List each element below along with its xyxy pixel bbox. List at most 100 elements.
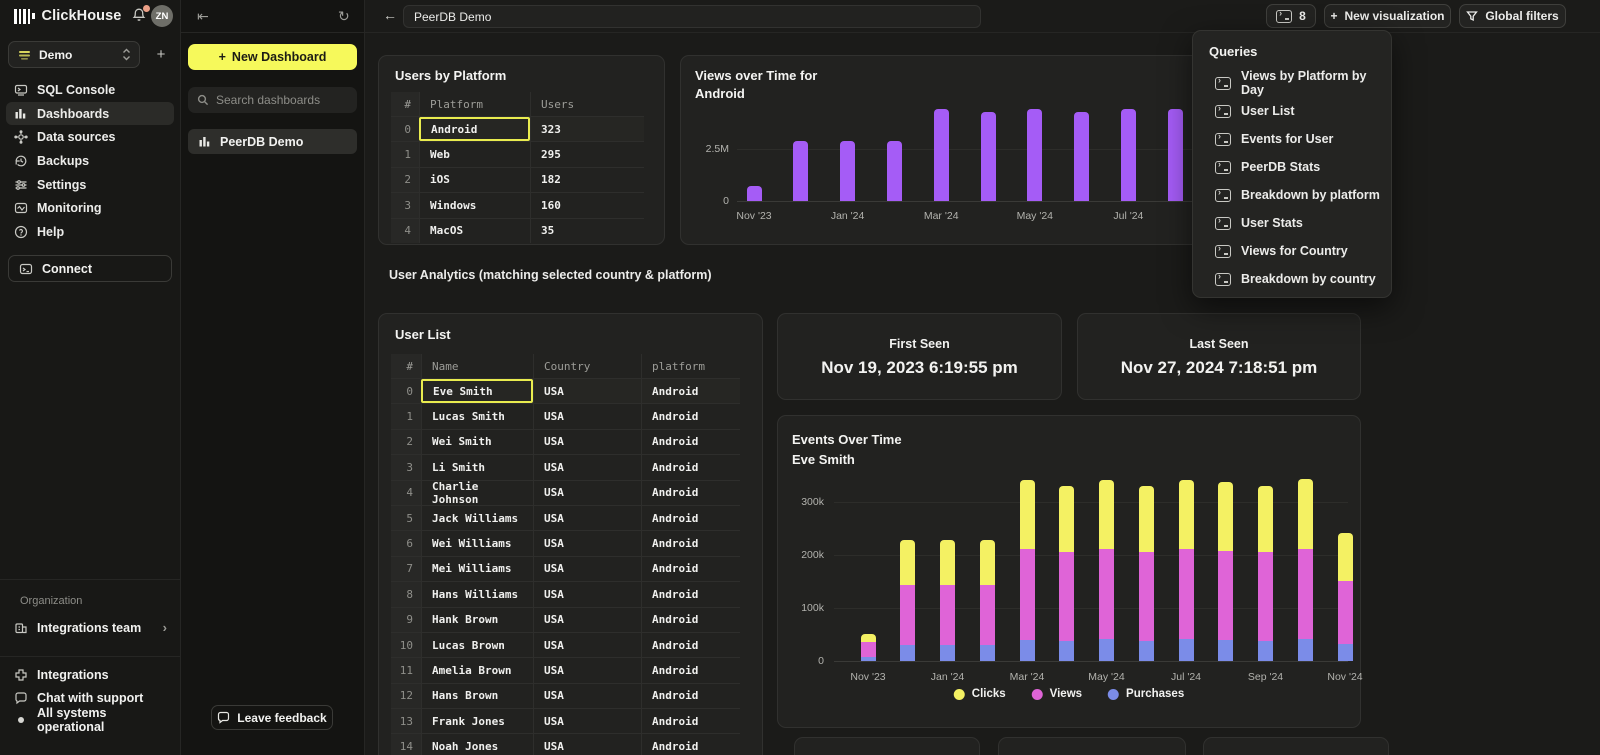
table-cell[interactable]: Android bbox=[641, 481, 740, 505]
table-cell[interactable]: iOS bbox=[419, 168, 530, 192]
sidebar-item-settings[interactable]: Settings bbox=[6, 173, 174, 197]
search-dashboards-input[interactable]: Search dashboards bbox=[188, 87, 357, 113]
table-cell[interactable]: Android bbox=[641, 506, 740, 530]
table-cell[interactable]: USA bbox=[533, 658, 641, 682]
sidebar-item-sql-console[interactable]: SQL Console bbox=[6, 78, 174, 102]
queries-count-button[interactable]: 8 bbox=[1266, 4, 1316, 28]
terminal-icon bbox=[1215, 161, 1231, 174]
sidebar-item-data-sources[interactable]: Data sources bbox=[6, 125, 174, 149]
table-cell[interactable]: USA bbox=[533, 481, 641, 505]
table-cell[interactable]: Android bbox=[641, 557, 740, 581]
new-dashboard-button[interactable]: + New Dashboard bbox=[188, 44, 357, 70]
table-cell[interactable]: USA bbox=[533, 709, 641, 733]
query-item-breakdown-by-platform[interactable]: Breakdown by platform bbox=[1209, 181, 1391, 209]
table-cell[interactable]: USA bbox=[533, 633, 641, 657]
table-cell[interactable]: Android bbox=[641, 430, 740, 454]
table-cell[interactable]: Eve Smith bbox=[421, 379, 533, 403]
leave-feedback-button[interactable]: Leave feedback bbox=[211, 705, 333, 730]
table-cell[interactable]: Android bbox=[641, 531, 740, 555]
query-item-breakdown-by-country[interactable]: Breakdown by country bbox=[1209, 265, 1391, 293]
datasources-icon bbox=[13, 130, 28, 145]
table-cell[interactable]: Lucas Smith bbox=[421, 404, 533, 428]
table-cell[interactable]: USA bbox=[533, 582, 641, 606]
organization-team-item[interactable]: Integrations team › bbox=[6, 615, 174, 640]
new-visualization-button[interactable]: + New visualization bbox=[1324, 4, 1451, 28]
sidebar-item-help[interactable]: Help bbox=[6, 220, 174, 244]
sidebar-footer-integrations[interactable]: Integrations bbox=[6, 664, 174, 687]
query-item-views-by-platform-by-day[interactable]: Views by Platform by Day bbox=[1209, 69, 1391, 97]
query-item-events-for-user[interactable]: Events for User bbox=[1209, 125, 1391, 153]
table-cell[interactable]: Android bbox=[641, 455, 740, 479]
table-cell[interactable]: Android bbox=[641, 582, 740, 606]
table-cell[interactable]: Hans Brown bbox=[421, 684, 533, 708]
table-cell[interactable]: 295 bbox=[530, 142, 644, 166]
table-cell[interactable]: USA bbox=[533, 531, 641, 555]
back-button[interactable]: ← bbox=[381, 6, 399, 24]
notifications-bell-icon[interactable] bbox=[131, 7, 149, 25]
sidebar-item-backups[interactable]: Backups bbox=[6, 149, 174, 173]
workspace-select[interactable]: Demo bbox=[8, 41, 140, 68]
table-cell[interactable]: 160 bbox=[530, 193, 644, 217]
table-cell[interactable]: Amelia Brown bbox=[421, 658, 533, 682]
table-cell[interactable]: USA bbox=[533, 455, 641, 479]
table-cell[interactable]: Wei Smith bbox=[421, 430, 533, 454]
table-cell[interactable]: Android bbox=[641, 404, 740, 428]
collapse-panel-icon[interactable]: ⇤ bbox=[197, 9, 209, 23]
refresh-icon[interactable]: ↻ bbox=[338, 9, 350, 23]
table-cell[interactable]: Noah Jones bbox=[421, 734, 533, 755]
table-cell[interactable]: Hank Brown bbox=[421, 608, 533, 632]
avatar[interactable]: ZN bbox=[151, 5, 173, 27]
table-cell[interactable]: Lucas Brown bbox=[421, 633, 533, 657]
table-cell[interactable]: USA bbox=[533, 734, 641, 755]
table-cell[interactable]: Hans Williams bbox=[421, 582, 533, 606]
table-cell[interactable]: USA bbox=[533, 608, 641, 632]
sidebar-item-monitoring[interactable]: Monitoring bbox=[6, 196, 174, 220]
connect-button[interactable]: Connect bbox=[8, 255, 172, 282]
query-item-peerdb-stats[interactable]: PeerDB Stats bbox=[1209, 153, 1391, 181]
table-cell[interactable]: USA bbox=[533, 379, 641, 403]
table-cell[interactable]: Android bbox=[641, 734, 740, 755]
dashboard-title-input[interactable]: PeerDB Demo bbox=[403, 5, 981, 28]
table-cell[interactable]: Mei Williams bbox=[421, 557, 533, 581]
table-cell[interactable]: Android bbox=[641, 684, 740, 708]
table-cell[interactable]: Android bbox=[641, 633, 740, 657]
table-cell[interactable]: USA bbox=[533, 404, 641, 428]
sidebar-footer: IntegrationsChat with supportAll systems… bbox=[6, 664, 174, 732]
table-cell[interactable]: 323 bbox=[530, 117, 644, 141]
table-cell[interactable]: MacOS bbox=[419, 219, 530, 243]
legend-item-views[interactable]: Views bbox=[1032, 688, 1082, 700]
global-filters-button[interactable]: Global filters bbox=[1459, 4, 1566, 28]
query-item-views-for-country[interactable]: Views for Country bbox=[1209, 237, 1391, 265]
legend-item-purchases[interactable]: Purchases bbox=[1108, 688, 1184, 700]
query-item-user-stats[interactable]: User Stats bbox=[1209, 209, 1391, 237]
row-index: 6 bbox=[391, 531, 421, 555]
table-cell[interactable]: Frank Jones bbox=[421, 709, 533, 733]
query-item-user-list[interactable]: User List bbox=[1209, 97, 1391, 125]
sidebar-footer-all-systems-operational[interactable]: All systems operational bbox=[6, 709, 174, 732]
table-cell[interactable]: Charlie Johnson bbox=[421, 481, 533, 505]
table-cell[interactable]: USA bbox=[533, 684, 641, 708]
table-cell[interactable]: 182 bbox=[530, 168, 644, 192]
dashboard-list-item-peerdb[interactable]: PeerDB Demo bbox=[188, 129, 357, 154]
sidebar-item-label: Monitoring bbox=[37, 201, 102, 215]
table-cell[interactable]: USA bbox=[533, 506, 641, 530]
table-cell[interactable]: Android bbox=[641, 608, 740, 632]
table-cell[interactable]: USA bbox=[533, 430, 641, 454]
table-cell[interactable]: USA bbox=[533, 557, 641, 581]
table-cell[interactable]: Wei Williams bbox=[421, 531, 533, 555]
legend-item-clicks[interactable]: Clicks bbox=[954, 688, 1006, 700]
table-cell[interactable]: Android bbox=[641, 709, 740, 733]
table-cell[interactable]: Android bbox=[641, 658, 740, 682]
query-item-label: Views for Country bbox=[1241, 244, 1348, 258]
table-cell[interactable]: 35 bbox=[530, 219, 644, 243]
sidebar-item-dashboards[interactable]: Dashboards bbox=[6, 102, 174, 126]
table-cell[interactable]: Android bbox=[641, 379, 740, 403]
table-cell[interactable]: Android bbox=[419, 117, 530, 141]
table-cell[interactable]: Windows bbox=[419, 193, 530, 217]
sidebar-item-label: Data sources bbox=[37, 130, 116, 144]
add-workspace-button[interactable]: + bbox=[150, 43, 172, 65]
row-index: 9 bbox=[391, 608, 421, 632]
table-cell[interactable]: Li Smith bbox=[421, 455, 533, 479]
table-cell[interactable]: Jack Williams bbox=[421, 506, 533, 530]
table-cell[interactable]: Web bbox=[419, 142, 530, 166]
